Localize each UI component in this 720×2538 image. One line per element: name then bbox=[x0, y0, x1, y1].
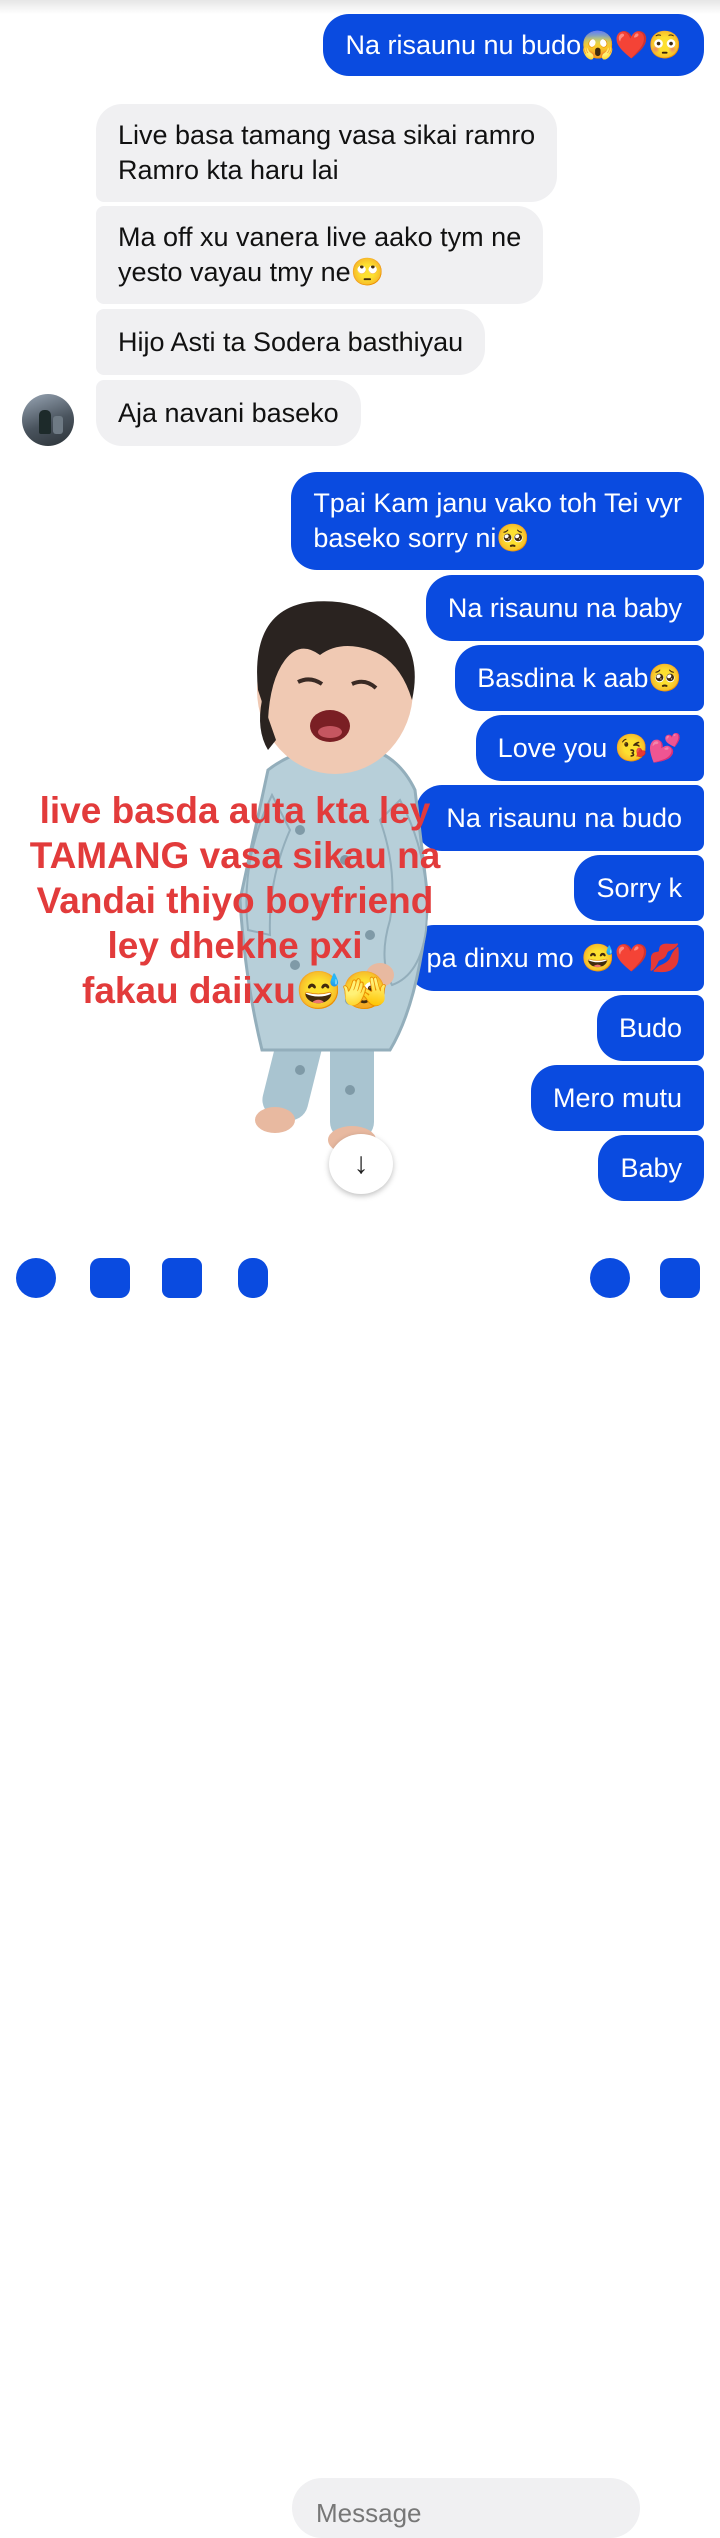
message-bubble-incoming[interactable]: Hijo Asti ta Sodera basthiyau bbox=[96, 309, 486, 375]
message-bubble-incoming[interactable]: Aja navani baseko bbox=[96, 380, 361, 446]
camera-icon[interactable] bbox=[90, 1258, 130, 1298]
message-bubble-outgoing[interactable]: Na risaunu na baby bbox=[425, 575, 704, 641]
message-input[interactable]: Message bbox=[292, 2478, 640, 2538]
message-text: Aja navani baseko bbox=[118, 397, 339, 428]
message-text: Hijo Asti ta Sodera basthiyau bbox=[118, 326, 464, 357]
message-bubble-outgoing[interactable]: Love you 😘💕 bbox=[475, 715, 704, 781]
message-text: Basdina k aab🥺 bbox=[477, 662, 682, 693]
overlay-caption: live basda auta kta ley TAMANG vasa sika… bbox=[29, 790, 441, 1011]
message-bubble-outgoing[interactable]: Budo bbox=[596, 995, 704, 1061]
contact-avatar[interactable] bbox=[22, 394, 74, 446]
message-bubble-outgoing[interactable]: Baby bbox=[598, 1135, 704, 1201]
message-bubble-incoming[interactable]: Live basa tamang vasa sikai ramro Ramro … bbox=[96, 104, 558, 202]
thumbs-up-icon[interactable] bbox=[660, 1258, 700, 1298]
message-text: Ma off xu vanera live aako tym ne yesto … bbox=[118, 222, 522, 287]
message-text: Baby bbox=[620, 1152, 682, 1183]
message-bubble-outgoing[interactable]: Basdina k aab🥺 bbox=[455, 645, 704, 711]
message-text: Sorry k bbox=[596, 872, 682, 903]
message-text: Mero mutu bbox=[552, 1082, 682, 1113]
message-text: Live basa tamang vasa sikai ramro Ramro … bbox=[118, 120, 536, 185]
plus-icon[interactable] bbox=[16, 1258, 56, 1298]
top-edge bbox=[0, 0, 720, 14]
emoji-icon[interactable] bbox=[590, 1258, 630, 1298]
message-bubble-outgoing[interactable]: Sorry k bbox=[574, 855, 704, 921]
message-bubble-outgoing[interactable]: Na risaunu nu budo😱❤️😳 bbox=[323, 14, 704, 76]
message-text: Na risaunu nu budo😱❤️😳 bbox=[345, 29, 682, 60]
message-text: Na risaunu na baby bbox=[447, 592, 682, 623]
message-text: Love you 😘💕 bbox=[497, 732, 682, 763]
image-icon[interactable] bbox=[162, 1258, 202, 1298]
composer-bar: Message bbox=[0, 1238, 720, 2538]
arrow-down-icon[interactable]: ↓ bbox=[329, 1134, 393, 1194]
mic-icon[interactable] bbox=[238, 1258, 268, 1298]
message-bubble-outgoing[interactable]: Tpai Kam janu vako toh Tei vyr baseko so… bbox=[291, 472, 704, 570]
message-text: Budo bbox=[618, 1012, 682, 1043]
message-bubble-outgoing[interactable]: Mero mutu bbox=[530, 1065, 704, 1131]
message-text: Na risaunu na budo bbox=[446, 802, 682, 833]
message-text: Tpai Kam janu vako toh Tei vyr baseko so… bbox=[313, 488, 682, 553]
message-bubble-incoming[interactable]: Ma off xu vanera live aako tym ne yesto … bbox=[96, 206, 544, 304]
